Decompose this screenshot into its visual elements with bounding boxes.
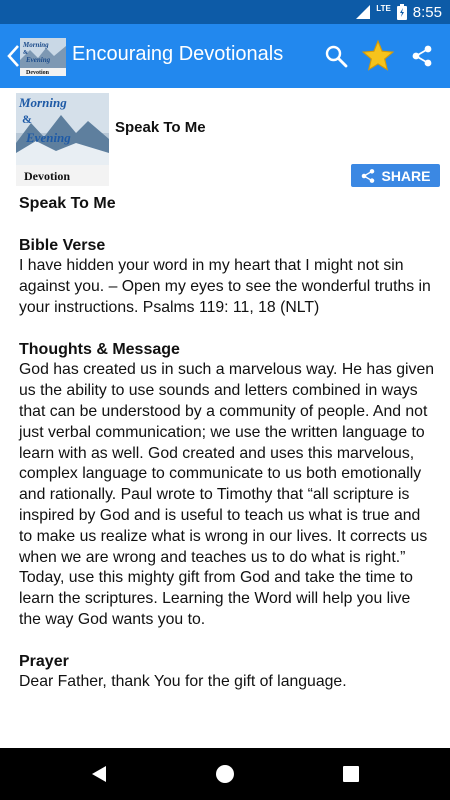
logo-text-1: Morning (22, 41, 49, 49)
app-logo[interactable]: Morning & Evening Devotion (20, 38, 66, 76)
devotion-thumbnail: Morning & Evening Devotion (16, 93, 109, 186)
app-title: Encouraing Devotionals (72, 43, 284, 65)
status-bar: LTE 8:55 (0, 0, 450, 24)
thumb-text-1: Morning (18, 95, 67, 110)
content-area[interactable]: Morning & Evening Devotion Speak To Me S… (0, 88, 450, 748)
battery-icon (396, 4, 407, 20)
item-title: Speak To Me (115, 119, 206, 136)
home-circle-icon[interactable] (212, 761, 238, 787)
thumb-text-2: & (22, 112, 32, 126)
thoughts-text: God has created us in such a marvelous w… (19, 361, 435, 628)
status-time: 8:55 (412, 3, 442, 21)
article-body: Speak To Me Bible Verse I have hidden yo… (19, 194, 435, 693)
app-bar: Morning & Evening Devotion Encouraing De… (0, 24, 450, 88)
bible-verse-text: I have hidden your word in my heart that… (19, 257, 431, 316)
system-nav-bar (0, 748, 450, 800)
thoughts-heading: Thoughts & Message (19, 340, 180, 358)
share-icon[interactable] (404, 38, 440, 74)
lte-icon: LTE (376, 3, 391, 13)
share-small-icon (362, 168, 375, 183)
back-triangle-icon[interactable] (86, 761, 112, 787)
star-icon[interactable] (360, 38, 396, 74)
share-button[interactable]: SHARE (351, 164, 440, 187)
prayer-heading: Prayer (19, 652, 69, 670)
article-heading: Speak To Me (19, 195, 116, 212)
signal-icon (356, 5, 371, 19)
share-button-label: SHARE (381, 167, 431, 184)
logo-text-3: Evening (25, 56, 51, 64)
recents-square-icon[interactable] (338, 761, 364, 787)
prayer-text: Dear Father, thank You for the gift of l… (19, 673, 347, 691)
bible-verse-heading: Bible Verse (19, 236, 106, 254)
thumb-text-4: Devotion (24, 169, 70, 183)
search-icon[interactable] (318, 38, 354, 74)
logo-text-4: Devotion (26, 70, 50, 76)
thumb-text-3: Evening (25, 130, 71, 145)
